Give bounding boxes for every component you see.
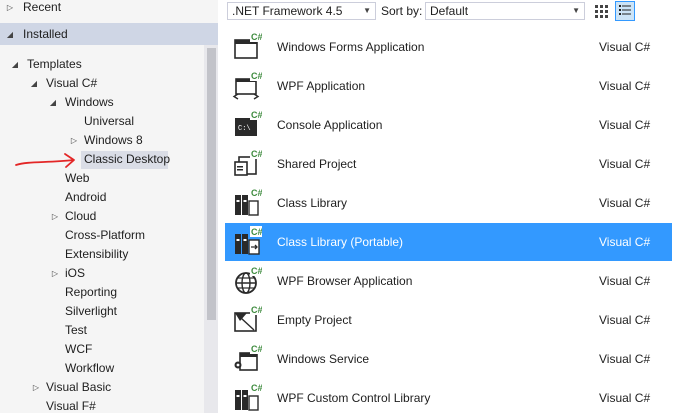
sort-dropdown[interactable]: Default ▼ bbox=[425, 2, 585, 20]
tree-item-label: Classic Desktop bbox=[84, 152, 171, 166]
template-row[interactable]: Empty Project Visual C# bbox=[225, 301, 672, 339]
template-toolbar: .NET Framework 4.5 ▼ Sort by: Default ▼ bbox=[218, 0, 689, 24]
class-library-icon bbox=[232, 187, 262, 219]
tree-item-label: Visual F# bbox=[46, 399, 96, 413]
tree-item-label: Templates bbox=[27, 57, 82, 71]
list-view-icon bbox=[619, 5, 631, 15]
template-list: Windows Forms Application Visual C# WPF Ap… bbox=[225, 28, 672, 413]
template-row[interactable]: WPF Application Visual C# bbox=[225, 67, 672, 105]
tree-item-label: Reporting bbox=[65, 285, 118, 299]
console-icon bbox=[232, 109, 262, 141]
template-name: Empty Project bbox=[277, 313, 352, 327]
template-row[interactable]: Console Application Visual C# bbox=[225, 106, 672, 144]
expand-arrow-icon[interactable]: ▷ bbox=[50, 207, 60, 226]
chevron-down-icon: ▼ bbox=[572, 6, 580, 15]
tree-item-label: Installed bbox=[23, 27, 68, 41]
template-name: Windows Service bbox=[277, 352, 370, 366]
template-row[interactable]: Shared Project Visual C# bbox=[225, 145, 672, 183]
tree-item-label: Universal bbox=[84, 114, 135, 128]
collapse-arrow-icon[interactable]: ◢ bbox=[29, 74, 39, 93]
tree-item-label: Cross-Platform bbox=[65, 228, 146, 242]
template-row[interactable]: WPF Custom Control Library Visual C# bbox=[225, 379, 672, 417]
collapse-arrow-icon[interactable]: ◢ bbox=[10, 55, 20, 74]
tree-item-label: Android bbox=[65, 190, 107, 204]
template-language: Visual C# bbox=[599, 196, 651, 210]
template-name: Class Library (Portable) bbox=[277, 235, 404, 249]
template-name: WPF Browser Application bbox=[277, 274, 413, 288]
wpf-browser-icon bbox=[232, 265, 262, 297]
red-arrow-annotation bbox=[15, 153, 75, 168]
template-row[interactable]: Windows Service Visual C# bbox=[225, 340, 672, 378]
wpf-control-library-icon bbox=[232, 382, 262, 414]
framework-value: .NET Framework 4.5 bbox=[232, 4, 343, 18]
template-row[interactable]: WPF Browser Application Visual C# bbox=[225, 262, 672, 300]
tree-item-label: Test bbox=[65, 323, 88, 337]
list-view-button[interactable] bbox=[615, 1, 635, 21]
template-row[interactable]: Windows Forms Application Visual C# bbox=[225, 28, 672, 66]
tree-item-label: Visual C# bbox=[46, 76, 98, 90]
collapse-arrow-icon[interactable]: ◢ bbox=[5, 25, 15, 44]
template-row[interactable]: Class Library Visual C# bbox=[225, 184, 672, 222]
small-icons-view-button[interactable] bbox=[591, 1, 611, 21]
template-name: Shared Project bbox=[277, 157, 357, 171]
template-name: Windows Forms Application bbox=[277, 40, 425, 54]
template-language: Visual C# bbox=[599, 118, 651, 132]
sort-by-label: Sort by: bbox=[381, 4, 423, 18]
tree-item-label: Windows 8 bbox=[84, 133, 143, 147]
template-name: WPF Custom Control Library bbox=[277, 391, 431, 405]
windows-service-icon bbox=[232, 343, 262, 375]
framework-dropdown[interactable]: .NET Framework 4.5 ▼ bbox=[227, 2, 376, 20]
tree-item-label: Visual Basic bbox=[46, 380, 112, 394]
template-language: Visual C# bbox=[599, 352, 651, 366]
template-tree: ▷ Recent ◢ Installed ◢ Templates ◢ Visua… bbox=[0, 0, 218, 413]
template-name: Console Application bbox=[277, 118, 383, 132]
template-language: Visual C# bbox=[599, 40, 651, 54]
template-language: Visual C# bbox=[599, 274, 651, 288]
tree-item-label: Windows bbox=[65, 95, 114, 109]
wpf-icon bbox=[232, 70, 262, 102]
tree-item-label: Workflow bbox=[65, 361, 115, 375]
template-name: WPF Application bbox=[277, 79, 366, 93]
collapse-arrow-icon[interactable]: ◢ bbox=[48, 93, 58, 112]
expand-arrow-icon[interactable]: ▷ bbox=[50, 264, 60, 283]
expand-arrow-icon[interactable]: ▷ bbox=[5, 0, 15, 17]
template-language: Visual C# bbox=[599, 157, 651, 171]
sort-value: Default bbox=[430, 4, 469, 18]
tree-item-label: WCF bbox=[65, 342, 93, 356]
template-language: Visual C# bbox=[599, 235, 651, 249]
template-language: Visual C# bbox=[599, 391, 651, 405]
tree-item-label: Cloud bbox=[65, 209, 97, 223]
tree-item-label: Recent bbox=[23, 0, 62, 14]
template-language: Visual C# bbox=[599, 79, 651, 93]
chevron-down-icon: ▼ bbox=[363, 6, 371, 15]
tree-item-label: Silverlight bbox=[65, 304, 118, 318]
template-language: Visual C# bbox=[599, 313, 651, 327]
template-row[interactable]: Class Library (Portable) Visual C# bbox=[225, 223, 672, 261]
tree-scrollbar-thumb[interactable] bbox=[207, 48, 216, 320]
winforms-icon bbox=[232, 31, 262, 63]
expand-arrow-icon[interactable]: ▷ bbox=[69, 131, 79, 150]
tree-item-label: Extensibility bbox=[65, 247, 129, 261]
tree-item-label: iOS bbox=[65, 266, 86, 280]
expand-arrow-icon[interactable]: ▷ bbox=[31, 378, 41, 397]
empty-project-icon bbox=[232, 304, 262, 336]
portable-library-icon bbox=[232, 226, 262, 258]
shared-project-icon bbox=[232, 148, 262, 180]
template-name: Class Library bbox=[277, 196, 348, 210]
